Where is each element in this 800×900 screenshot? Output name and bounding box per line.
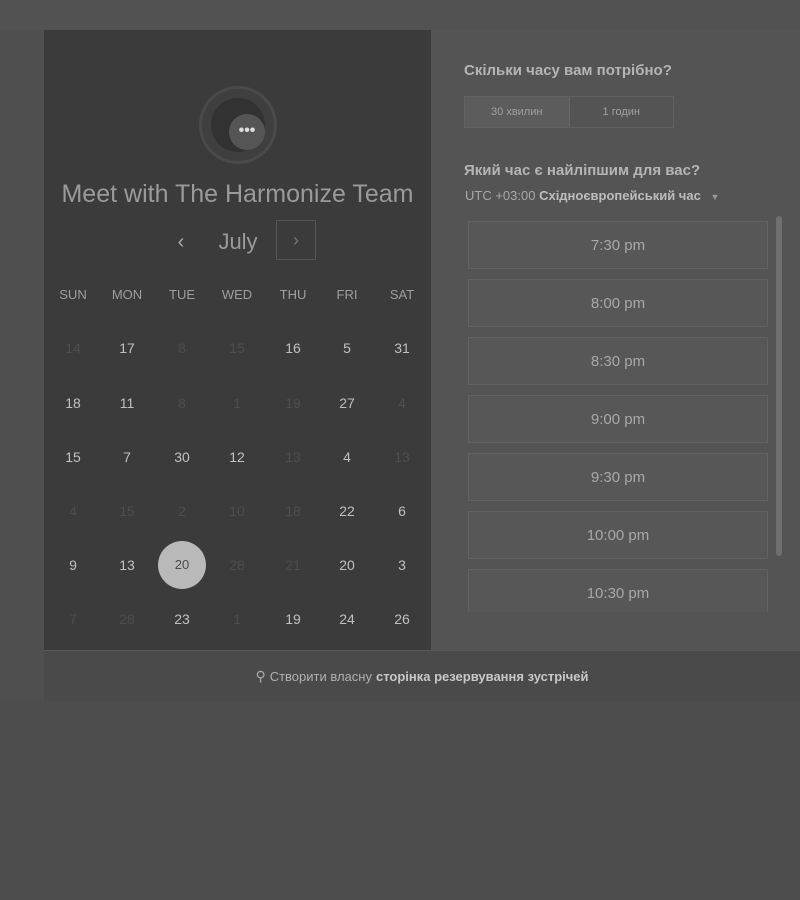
calendar-day[interactable]: 11 [100, 395, 154, 411]
calendar-day[interactable]: 6 [375, 503, 429, 519]
time-question: Який час є найліпшим для вас? [464, 162, 701, 179]
time-slot-button[interactable]: 10:30 pm [468, 569, 768, 612]
calendar-day-unavailable: 15 [229, 340, 245, 356]
calendar-day[interactable]: 9 [46, 557, 100, 573]
calendar-day[interactable]: 20 [320, 557, 374, 573]
calendar-day-unavailable: 15 [119, 503, 135, 519]
avatar-ring: ••• [211, 98, 265, 152]
calendar-day-unavailable: 13 [394, 449, 410, 465]
calendar-day-unavailable: 18 [285, 503, 301, 519]
meeting-title: Meet with The Harmonize Team [61, 180, 414, 208]
timezone-name: Східноєвропейський час [539, 188, 701, 203]
calendar-day-unavailable: 21 [285, 557, 301, 573]
calendar-day-unavailable: 28 [119, 611, 135, 627]
calendar-day-unavailable: 2 [178, 503, 186, 519]
time-slot-button[interactable]: 7:30 pm [468, 221, 768, 269]
calendar-day-unavailable: 28 [229, 557, 245, 573]
footer-link[interactable]: сторінка резервування зустрічей [376, 669, 589, 684]
weekday-header: WED [221, 287, 253, 302]
time-slot-button[interactable]: 10:00 pm [468, 511, 768, 559]
weekday-header: TUE [169, 287, 195, 302]
duration-question: Скільки часу вам потрібно? [464, 62, 672, 79]
calendar-day-unavailable: 8 [178, 395, 186, 411]
slot-list-scrollbar[interactable] [776, 216, 782, 556]
calendar-day[interactable]: 23 [155, 611, 209, 627]
time-slot-button[interactable]: 9:00 pm [468, 395, 768, 443]
month-label: July [218, 229, 258, 254]
calendar-day[interactable]: 27 [320, 395, 374, 411]
weekday-header: THU [279, 287, 307, 302]
calendar-day[interactable]: 17 [100, 340, 154, 356]
timezone-offset: UTC +03:00 [465, 188, 536, 203]
calendar-day-unavailable: 1 [233, 395, 241, 411]
timezone-selector[interactable]: UTC +03:00 Східноєвропейський час ▼ [465, 188, 719, 203]
calendar-day[interactable]: 7 [100, 449, 154, 465]
weekday-header: MON [111, 287, 143, 302]
chat-bubble-icon: ••• [229, 114, 265, 150]
calendar-day[interactable]: 4 [320, 449, 374, 465]
time-slot-button[interactable]: 8:30 pm [468, 337, 768, 385]
calendar-day[interactable]: 15 [46, 449, 100, 465]
calendar-day-unavailable: 8 [178, 340, 186, 356]
duration-selector: 30 хвилин 1 годин [464, 96, 674, 128]
next-month-button[interactable]: › [276, 220, 316, 260]
calendar-day-unavailable: 4 [398, 395, 406, 411]
calendar-day-unavailable: 1 [233, 611, 241, 627]
calendar-day-unavailable: 4 [69, 503, 77, 519]
calendar-day[interactable]: 13 [100, 557, 154, 573]
calendar-day[interactable]: 16 [266, 340, 320, 356]
footer-prefix: Створити власну [269, 668, 372, 684]
prev-month-button[interactable]: ‹ [169, 226, 193, 258]
weekday-header: SAT [389, 287, 415, 302]
calendar-day[interactable]: 12 [210, 449, 264, 465]
calendar-day[interactable]: 18 [46, 395, 100, 411]
time-slot-button[interactable]: 8:00 pm [468, 279, 768, 327]
time-slot-button[interactable]: 9:30 pm [468, 453, 768, 501]
footer: ⚲ Створити власну сторінка резервування … [44, 650, 800, 701]
top-bar [0, 0, 800, 30]
calendar-day[interactable]: 24 [320, 611, 374, 627]
calendar-day-unavailable: 10 [229, 503, 245, 519]
calendar-day[interactable]: 22 [320, 503, 374, 519]
month-navigation: ‹ July › [44, 220, 431, 262]
duration-30-option[interactable]: 30 хвилин [465, 97, 570, 127]
duration-60-option[interactable]: 1 годин [570, 97, 674, 127]
time-slot-list: 7:30 pm 8:00 pm 8:30 pm 9:00 pm 9:30 pm 10:00… [466, 218, 770, 612]
calendar-day-unavailable: 7 [69, 611, 77, 627]
weekday-header: SUN [59, 287, 87, 302]
calendar-day[interactable]: 5 [320, 340, 374, 356]
team-avatar: ••• [199, 86, 277, 164]
selected-day[interactable]: 20 [158, 541, 206, 589]
weekday-header: FRI [336, 287, 358, 302]
caret-down-icon: ▼ [710, 192, 720, 202]
calendar-day-unavailable: 14 [65, 340, 81, 356]
calendar-day[interactable]: 30 [155, 449, 209, 465]
hubspot-icon: ⚲ [255, 667, 266, 684]
calendar-day[interactable]: 19 [266, 611, 320, 627]
calendar-day[interactable]: 26 [375, 611, 429, 627]
calendar-day-unavailable: 19 [285, 395, 301, 411]
calendar-day-unavailable: 13 [285, 449, 301, 465]
calendar-day[interactable]: 31 [375, 340, 429, 356]
calendar-day[interactable]: 3 [375, 557, 429, 573]
